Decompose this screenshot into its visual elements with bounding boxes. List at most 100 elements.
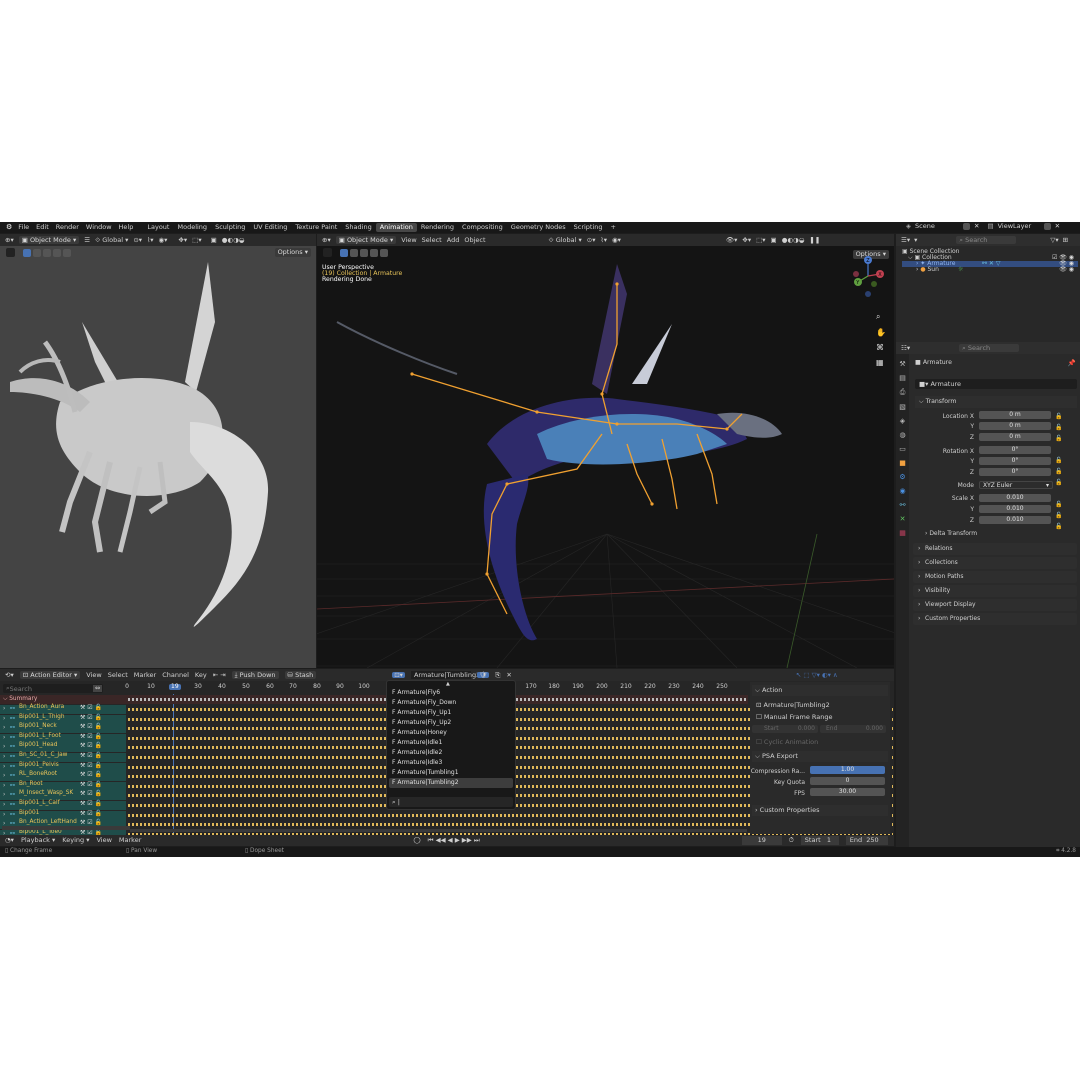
object-name-field[interactable]: ■▾ Armature — [915, 379, 1077, 389]
current-frame-field[interactable]: 19 — [741, 836, 782, 845]
pivot-icon[interactable]: ⊙▾ — [133, 237, 142, 244]
scroll-up-icon[interactable]: ▲ — [446, 682, 450, 687]
end-frame-field[interactable]: End 250 — [845, 836, 888, 845]
channel-row[interactable]: › ⚯ Bn_Action_Aura ⚒ ☑ 🔓 — [0, 704, 126, 714]
view-layer-selector[interactable]: ViewLayer — [998, 223, 1040, 230]
action-menu-item[interactable]: F Armature|Honey — [389, 728, 513, 738]
menu-select[interactable]: Select — [108, 672, 128, 679]
fake-user-icon[interactable]: 🛡 — [476, 672, 490, 679]
menu-keying[interactable]: Keying ▾ — [62, 837, 89, 844]
render-tab-icon[interactable]: ▤ — [899, 374, 906, 382]
tab-shading[interactable]: Shading — [341, 223, 375, 232]
swap-icon[interactable]: ⇔ — [93, 685, 103, 692]
rotation-z-field[interactable]: 0° — [979, 468, 1051, 476]
action-name[interactable]: ⊡ Armature|Tumbling2 — [756, 702, 830, 709]
action-menu-item[interactable]: F Armature|Fly6 — [389, 688, 513, 698]
menu-marker[interactable]: Marker — [119, 837, 141, 844]
channel-toggle-icons[interactable]: ⚒ ☑ 🔓 — [80, 724, 102, 730]
tab-modeling[interactable]: Modeling — [173, 223, 211, 232]
record-icon[interactable]: ◯ — [413, 837, 420, 844]
expand-icon[interactable]: › — [3, 734, 5, 743]
tab-rendering[interactable]: Rendering — [417, 223, 458, 232]
expand-icon[interactable]: › — [3, 801, 5, 810]
menu-view[interactable]: View — [86, 672, 101, 679]
scale-y-field[interactable]: 0.010 — [979, 505, 1051, 513]
menu-window[interactable]: Window — [86, 224, 112, 231]
expand-icon[interactable]: › — [3, 763, 5, 772]
rotation-mode-select[interactable]: XYZ Euler ▾ — [979, 481, 1053, 489]
action-browse-icon[interactable]: ⊡▾ — [392, 672, 405, 679]
physics-tab-icon[interactable]: ◉ — [899, 487, 905, 495]
menu-render[interactable]: Render — [56, 224, 79, 231]
viewport-main[interactable]: ⊕▾ ▣ Object Mode ▾ View Select Add Objec… — [317, 234, 894, 668]
menu-playback[interactable]: Playback ▾ — [21, 837, 55, 844]
action-menu-item[interactable]: F Armature|Idle1 — [389, 738, 513, 748]
modifier-tab-icon[interactable]: ⚙ — [899, 473, 905, 481]
copy-layer-icon[interactable] — [1043, 223, 1051, 230]
output-tab-icon[interactable]: ⎙ — [900, 388, 906, 397]
transform-panel-header[interactable]: ⌵ Transform — [915, 396, 1077, 408]
tab-texture-paint[interactable]: Texture Paint — [291, 223, 341, 232]
action-menu-item[interactable]: F Armature|Fly_Up1 — [389, 708, 513, 718]
view-layer-tab-icon[interactable]: ▧ — [899, 403, 906, 411]
fps-field[interactable]: 30.00 — [810, 788, 885, 796]
timeline-scrollbar[interactable] — [130, 829, 747, 832]
funnel-icon[interactable]: ▽▾ — [1050, 237, 1058, 244]
expand-icon[interactable]: › — [3, 743, 5, 752]
constraint-tab-icon[interactable]: ⚯ — [900, 501, 906, 509]
snap-icon[interactable]: ⌇▾ — [147, 237, 153, 244]
editor-type-icon[interactable]: ☰▾ — [901, 237, 910, 244]
orientation-selector[interactable]: ⟐ Global ▾ — [95, 237, 128, 244]
properties-search-input[interactable]: ⌕ Search — [959, 343, 1020, 353]
expand-icon[interactable]: › — [3, 811, 5, 820]
rotation-y-field[interactable]: 0° — [979, 457, 1051, 465]
action-menu-item[interactable]: F Armature|Idle2 — [389, 748, 513, 758]
menu-view[interactable]: View — [96, 837, 111, 844]
filter-icons[interactable]: ↖ ⬚ ▽▾ ◐▾ ∧ — [796, 672, 838, 679]
expand-icon[interactable]: › — [3, 791, 5, 800]
grid-view-icon[interactable]: ▦ — [876, 358, 886, 367]
channel-toggle-icons[interactable]: ⚒ ☑ 🔓 — [80, 762, 102, 769]
manual-frame-range-checkbox[interactable]: ☐ Manual Frame Range — [756, 714, 833, 721]
filter-icon[interactable]: ▾ — [914, 237, 917, 244]
psa-export-header[interactable]: ⌵ PSA Export — [752, 751, 888, 762]
compression-field[interactable]: 1.00 — [810, 766, 885, 774]
location-z-field[interactable]: 0 m — [979, 433, 1051, 441]
editor-mode-selector[interactable]: ⊡ Action Editor ▾ — [19, 670, 81, 680]
expand-icon[interactable]: › — [3, 715, 5, 724]
navigation-gizmo[interactable]: Z Y X — [848, 254, 888, 304]
summary-row[interactable]: ⌵ Summary — [0, 695, 748, 704]
close-icon[interactable]: ✕ — [974, 223, 979, 230]
viewport-left[interactable]: ⊕▾ ▣ Object Mode ▾ ☰ ⟐ Global ▾ ⊙▾ ⌇▾ ◉▾… — [0, 234, 316, 668]
location-y-field[interactable]: 0 m — [979, 422, 1051, 430]
key-quota-field[interactable]: 0 — [810, 777, 885, 785]
action-menu-item[interactable]: F Armature|Tumbling1 — [389, 768, 513, 778]
tab-layout[interactable]: Layout — [143, 223, 173, 232]
expand-icon[interactable]: › — [3, 705, 5, 714]
lock-icons[interactable]: 🔓 🔓 🔓 🔓 🔓 🔓 🔓 🔓 🔓 — [1055, 411, 1062, 532]
new-collection-icon[interactable]: ⊞ — [1063, 237, 1068, 244]
copy-scene-icon[interactable] — [963, 223, 970, 230]
channel-toggle-icons[interactable]: ⚒ ☑ 🔓 — [80, 705, 102, 711]
channel-toggle-icons[interactable]: ⚒ ☑ 🔓 — [80, 743, 102, 749]
menu-marker[interactable]: Marker — [134, 672, 156, 679]
object-tab-icon[interactable]: ■ — [899, 459, 906, 467]
channel-search-input[interactable]: ⌕ Search — [3, 684, 103, 693]
data-tab-icon[interactable]: ✕ — [900, 515, 906, 523]
menu-edit[interactable]: Edit — [36, 224, 49, 231]
expand-icon[interactable]: › — [3, 782, 5, 791]
arrows-icon[interactable]: ⇤ ⇥ — [213, 672, 226, 679]
menu-help[interactable]: Help — [119, 224, 134, 231]
channel-toggle-icons[interactable]: ⚒ ☑ 🔓 — [80, 772, 102, 778]
editor-type-icon[interactable]: ⊕▾ — [5, 237, 14, 244]
custom-properties-header[interactable]: › Custom Properties — [752, 805, 888, 816]
collection-tab-icon[interactable]: ▭ — [899, 445, 906, 453]
visibility-panel[interactable]: Visibility — [913, 585, 1077, 597]
viewport-display-panel[interactable]: Viewport Display — [913, 599, 1077, 611]
channel-scrollbar[interactable] — [2, 826, 130, 830]
world-tab-icon[interactable]: ◍ — [899, 431, 905, 439]
blender-logo-icon[interactable]: ⚙ — [6, 224, 12, 231]
camera-icon[interactable]: ⌘ — [876, 343, 886, 352]
rotation-x-field[interactable]: 0° — [979, 446, 1051, 454]
channel-row[interactable]: › ⚯ Bip001_Neck ⚒ ☑ 🔓 — [0, 723, 126, 734]
